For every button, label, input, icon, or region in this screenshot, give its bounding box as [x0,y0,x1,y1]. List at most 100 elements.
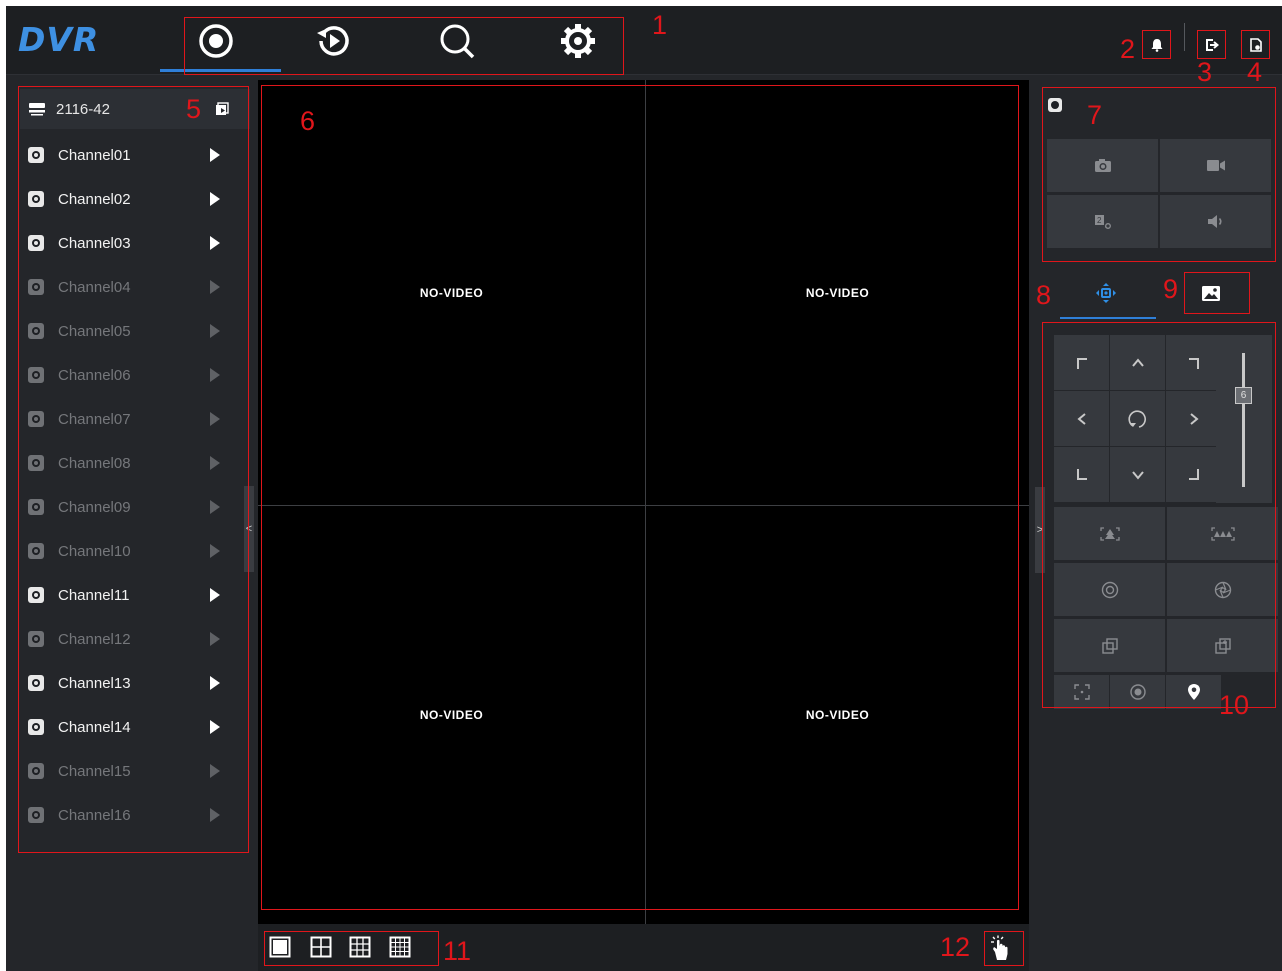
ptz-down-left-button[interactable] [1054,447,1109,502]
audio-button[interactable] [1160,195,1271,248]
arrow-up-icon [1131,357,1144,367]
device-row[interactable]: 2116-42 [20,89,250,129]
ptz-up-right-button[interactable] [1166,335,1221,390]
play-icon[interactable] [210,676,220,690]
channel-name: Channel16 [58,806,131,824]
layout-4-icon[interactable] [310,936,332,958]
video-cell[interactable]: NO-VIDEO [258,506,645,924]
layout-9-icon[interactable] [349,936,371,958]
channel-item[interactable]: Channel16 [20,793,250,837]
no-video-label: NO-VIDEO [419,708,484,722]
speed-thumb[interactable]: 6 [1235,387,1252,404]
zoom-out-button[interactable] [1167,507,1278,560]
record-button[interactable] [1160,139,1271,192]
play-icon[interactable] [210,720,220,734]
open-all-channels-icon[interactable] [215,102,229,116]
play-icon[interactable] [210,500,220,514]
video-cell[interactable]: NO-VIDEO [646,80,1029,505]
ptz-speed-slider[interactable]: 6 [1216,335,1272,503]
layout-1-icon[interactable] [269,936,291,958]
tab-live-view[interactable] [186,16,246,66]
channel-item[interactable]: Channel09 [20,485,250,529]
active-subtab-indicator [1060,317,1156,319]
play-icon[interactable] [210,236,220,250]
snapshot-button[interactable] [1047,139,1158,192]
tab-search[interactable] [427,16,487,66]
tab-ptz[interactable] [1086,270,1126,316]
arrow-up-right-icon [1188,357,1199,369]
channel-item[interactable]: Channel10 [20,529,250,573]
play-icon[interactable] [210,456,220,470]
alarm-button[interactable] [1145,33,1168,56]
zoom-in-button[interactable] [1054,507,1165,560]
play-icon[interactable] [210,632,220,646]
device-name: 2116-42 [56,100,110,118]
channel-item[interactable]: Channel14 [20,705,250,749]
ptz-auto-scan-button[interactable] [1110,391,1165,446]
aperture-icon [1101,581,1118,598]
channel-name: Channel13 [58,674,131,692]
channel-item[interactable]: Channel15 [20,749,250,793]
channel-item[interactable]: Channel12 [20,617,250,661]
iris-close-button[interactable] [1054,619,1165,672]
play-icon[interactable] [210,588,220,602]
channel-item[interactable]: Channel08 [20,441,250,485]
3d-position-button[interactable] [1054,675,1109,709]
channel-name: Channel11 [58,586,130,604]
stream-switch-button[interactable]: 2 [1047,195,1158,248]
grid-divider [258,505,1029,506]
collapse-left-panel-button[interactable]: < [244,486,254,572]
help-document-icon [1249,37,1262,52]
channel-item[interactable]: Channel06 [20,353,250,397]
play-icon[interactable] [210,280,220,294]
focus-near-button[interactable] [1054,563,1165,616]
ptz-left-button[interactable] [1054,391,1109,446]
camera-icon [28,191,44,207]
logout-button[interactable] [1200,33,1223,56]
play-icon[interactable] [210,192,220,206]
layout-16-icon[interactable] [389,936,411,958]
channel-item[interactable]: Channel07 [20,397,250,441]
cruise-button[interactable] [1166,675,1221,709]
channel-item[interactable]: Channel13 [20,661,250,705]
collapse-right-panel-button[interactable]: > [1035,487,1045,573]
help-button[interactable] [1244,33,1267,56]
tab-playback[interactable] [303,16,363,66]
camera-icon [28,587,44,603]
focus-far-button[interactable] [1167,563,1278,616]
channel-item[interactable]: Channel02 [20,177,250,221]
ptz-down-button[interactable] [1110,447,1165,502]
dvr-app: DVR 2116-42 Channel01 Channel02 Channel0… [6,6,1282,971]
video-cell[interactable]: NO-VIDEO [646,506,1029,924]
channel-item[interactable]: Channel11 [20,573,250,617]
play-icon[interactable] [210,808,220,822]
channel-name: Channel05 [58,322,131,340]
ptz-down-right-button[interactable] [1166,447,1221,502]
channel-item[interactable]: Channel03 [20,221,250,265]
camera-icon [28,807,44,823]
iris-open-button[interactable] [1167,619,1278,672]
channel-item[interactable]: Channel01 [20,133,250,177]
play-icon[interactable] [210,764,220,778]
channel-item[interactable]: Channel05 [20,309,250,353]
bell-icon [1151,38,1162,52]
ptz-up-left-button[interactable] [1054,335,1109,390]
play-icon[interactable] [210,544,220,558]
camera-icon [28,455,44,471]
click-to-zoom-icon[interactable] [988,935,1012,961]
ptz-right-button[interactable] [1166,391,1221,446]
channel-item[interactable]: Channel04 [20,265,250,309]
channel-name: Channel04 [58,278,131,296]
tab-settings[interactable] [548,16,608,66]
play-icon[interactable] [210,412,220,426]
arrow-right-icon [1189,412,1199,425]
ptz-up-button[interactable] [1110,335,1165,390]
play-icon[interactable] [210,368,220,382]
preset-button[interactable] [1110,675,1165,709]
arrow-down-icon [1131,470,1144,480]
play-icon[interactable] [210,324,220,338]
play-icon[interactable] [210,148,220,162]
tab-image[interactable] [1191,270,1231,316]
video-cell[interactable]: NO-VIDEO [258,80,645,505]
no-video-label: NO-VIDEO [805,285,870,300]
